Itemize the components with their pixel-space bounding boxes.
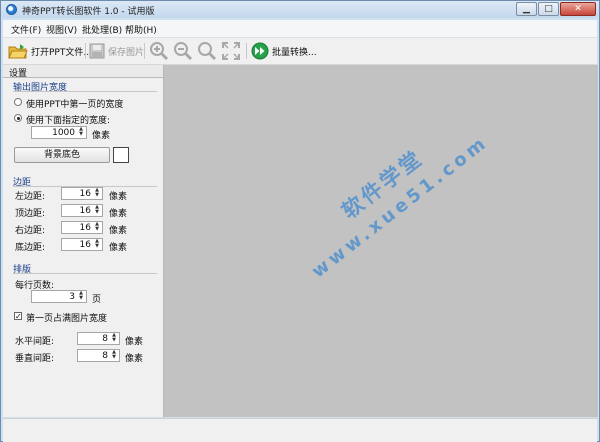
group-divider — [13, 91, 157, 92]
open-ppt-label: 打开PPT文件... — [31, 47, 92, 58]
maximize-icon: □ — [544, 4, 553, 14]
settings-title: 设置 — [9, 69, 28, 79]
right-margin-value: 16 — [79, 223, 91, 233]
settings-header: 设置 — [3, 65, 163, 79]
top-margin-spinbox[interactable]: 16 ▲ ▼ — [61, 204, 103, 217]
right-margin-spinbox[interactable]: 16 ▲ ▼ — [61, 221, 103, 234]
pages-unit: 页 — [92, 295, 102, 305]
fill-width-label[interactable]: 第一页占满图片宽度 — [26, 311, 107, 324]
bottom-margin-spinbox[interactable]: 16 ▲ ▼ — [61, 238, 103, 251]
pages-per-row-value: 3 — [69, 292, 75, 302]
v-spacing-label: 垂直间距: — [15, 354, 55, 364]
checkmark-icon: ✓ — [15, 312, 22, 321]
zoom-in-button[interactable] — [149, 41, 169, 61]
fit-window-button[interactable] — [221, 41, 241, 61]
radio-custom-width-label[interactable]: 使用下面指定的宽度: — [26, 113, 110, 126]
spin-arrows-icon[interactable]: ▲ ▼ — [110, 333, 118, 344]
background-color-button[interactable]: 背景底色 — [14, 147, 110, 163]
magnifier-icon — [198, 42, 217, 61]
top-margin-value: 16 — [79, 206, 91, 216]
background-color-swatch[interactable] — [113, 147, 129, 163]
toolbar-separator — [144, 43, 145, 59]
bottom-margin-value: 16 — [79, 240, 91, 250]
window-controls: ▁ □ ✕ — [516, 2, 596, 16]
top-margin-label: 顶边距: — [15, 209, 46, 219]
batch-convert-button[interactable]: 批量转换... — [251, 41, 317, 61]
settings-panel: 设置 输出图片宽度 使用PPT中第一页的宽度 使用下面指定的宽度: 1000 ▲… — [3, 65, 164, 417]
toolbar-separator — [246, 43, 247, 59]
menu-view[interactable]: 视图(V) — [46, 23, 77, 36]
v-spacing-spinbox[interactable]: 8 ▲ ▼ — [77, 349, 120, 362]
left-margin-value: 16 — [79, 189, 91, 199]
save-image-button[interactable]: 保存图片 — [89, 41, 144, 61]
actual-size-button[interactable] — [197, 41, 217, 61]
zoom-in-icon — [150, 42, 169, 61]
pages-per-row-spinbox[interactable]: 3 ▲ ▼ — [31, 290, 87, 303]
spin-arrows-icon[interactable]: ▲ ▼ — [93, 222, 101, 233]
left-margin-label: 左边距: — [15, 192, 46, 202]
open-ppt-button[interactable]: 打开PPT文件... — [8, 41, 92, 61]
h-spacing-unit: 像素 — [125, 337, 144, 347]
window-title: 神奇PPT转长图软件 1.0 - 试用版 — [22, 7, 155, 17]
maximize-button[interactable]: □ — [538, 2, 559, 16]
zoom-out-icon — [174, 42, 193, 61]
v-spacing-unit: 像素 — [125, 354, 144, 364]
h-spacing-spinbox[interactable]: 8 ▲ ▼ — [77, 332, 120, 345]
save-image-label: 保存图片 — [108, 47, 145, 58]
group-divider — [13, 273, 157, 274]
menu-help[interactable]: 帮助(H) — [125, 23, 157, 36]
spin-arrows-icon[interactable]: ▲ ▼ — [93, 239, 101, 250]
status-bar — [3, 418, 597, 442]
fill-width-checkbox[interactable]: ✓ — [14, 312, 22, 321]
bottom-margin-label: 底边距: — [15, 243, 46, 253]
title-bar[interactable]: 神奇PPT转长图软件 1.0 - 试用版 ▁ □ ✕ — [1, 1, 599, 18]
fit-screen-icon — [222, 42, 240, 60]
app-window: 神奇PPT转长图软件 1.0 - 试用版 ▁ □ ✕ 文件(F) 视图(V) 批… — [0, 0, 600, 442]
minimize-icon: ▁ — [523, 4, 530, 14]
app-icon — [6, 4, 17, 15]
open-folder-icon — [8, 44, 28, 59]
menu-batch[interactable]: 批处理(B) — [82, 23, 122, 36]
top-margin-unit: 像素 — [109, 209, 128, 219]
menu-file[interactable]: 文件(F) — [11, 23, 41, 36]
width-value: 1000 — [52, 128, 75, 138]
radio-first-page-width-label[interactable]: 使用PPT中第一页的宽度 — [26, 97, 123, 110]
right-margin-label: 右边距: — [15, 226, 46, 236]
menu-bar: 文件(F) 视图(V) 批处理(B) 帮助(H) — [3, 20, 597, 38]
left-margin-spinbox[interactable]: 16 ▲ ▼ — [61, 187, 103, 200]
zoom-out-button[interactable] — [173, 41, 193, 61]
save-icon — [89, 43, 105, 59]
radio-custom-width[interactable] — [14, 114, 22, 122]
close-icon: ✕ — [574, 4, 582, 14]
spin-arrows-icon[interactable]: ▲ ▼ — [93, 188, 101, 199]
spin-arrows-icon[interactable]: ▲ ▼ — [77, 291, 85, 302]
width-unit: 像素 — [92, 131, 111, 141]
right-margin-unit: 像素 — [109, 226, 128, 236]
batch-convert-label: 批量转换... — [272, 47, 317, 58]
close-button[interactable]: ✕ — [560, 2, 596, 16]
minimize-button[interactable]: ▁ — [516, 2, 537, 16]
h-spacing-label: 水平间距: — [15, 337, 55, 347]
toolbar: 打开PPT文件... 保存图片 批量转换... — [3, 38, 597, 65]
preview-canvas[interactable] — [164, 65, 598, 417]
bottom-margin-unit: 像素 — [109, 243, 128, 253]
width-spinbox[interactable]: 1000 ▲ ▼ — [31, 126, 87, 139]
toolbar-separator — [85, 43, 86, 59]
v-spacing-value: 8 — [102, 351, 108, 361]
spin-arrows-icon[interactable]: ▲ ▼ — [77, 127, 85, 138]
h-spacing-value: 8 — [102, 334, 108, 344]
spin-arrows-icon[interactable]: ▲ ▼ — [93, 205, 101, 216]
fast-forward-icon — [251, 42, 269, 60]
left-margin-unit: 像素 — [109, 192, 128, 202]
spin-arrows-icon[interactable]: ▲ ▼ — [110, 350, 118, 361]
radio-first-page-width[interactable] — [14, 98, 22, 106]
